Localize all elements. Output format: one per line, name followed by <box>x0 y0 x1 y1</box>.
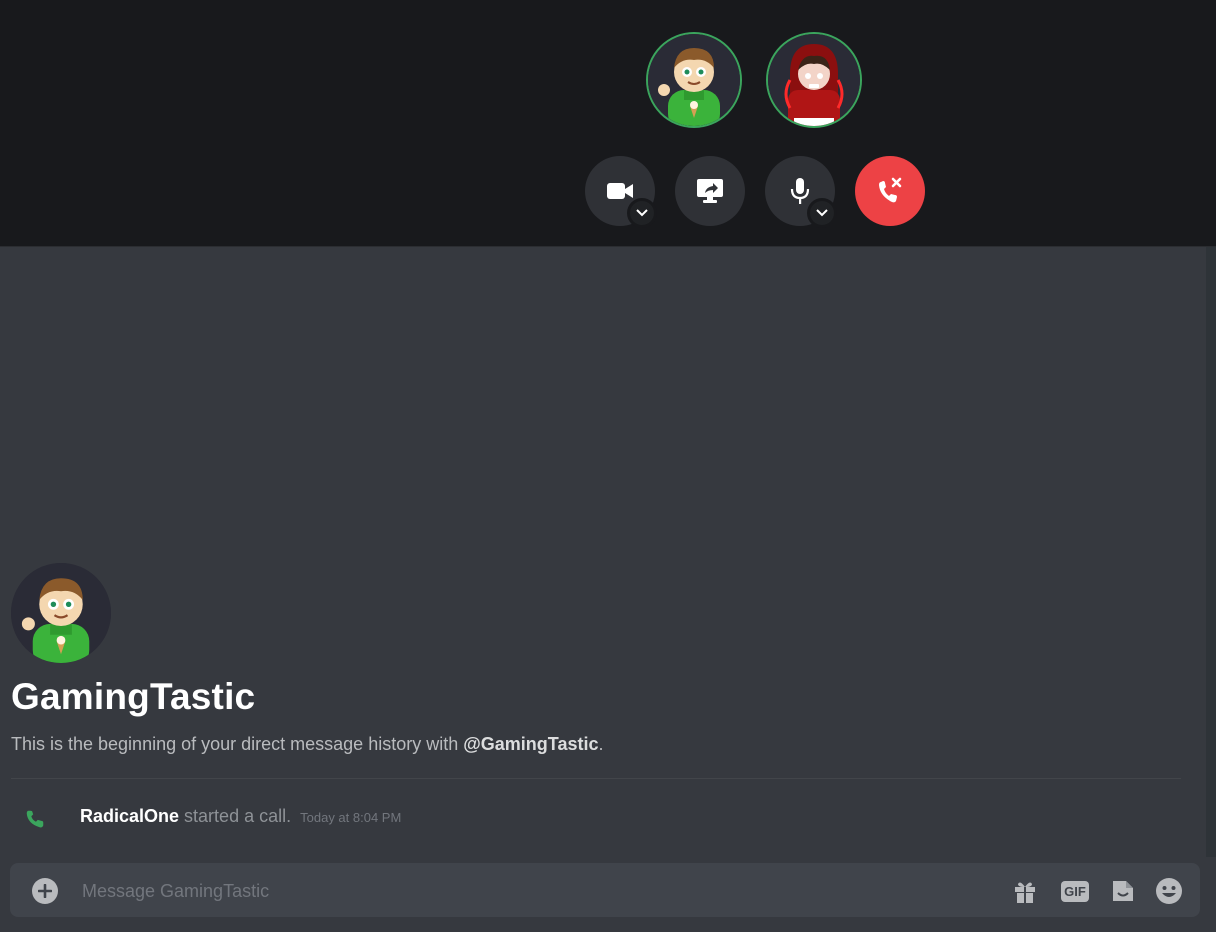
message-author[interactable]: RadicalOne <box>80 806 179 826</box>
participant-avatar-gamingtastic[interactable] <box>646 32 742 128</box>
video-camera-icon <box>607 183 633 199</box>
red-hoodie-avatar-image <box>768 34 860 126</box>
green-hoodie-avatar-image <box>648 34 740 126</box>
user-mention[interactable]: @GamingTastic <box>463 734 598 754</box>
call-started-message: RadicalOne started a call. Today at 8:04… <box>0 800 1200 834</box>
dm-intro-text: This is the beginning of your direct mes… <box>11 734 464 754</box>
message-list <box>0 247 1206 862</box>
gif-button[interactable]: GIF <box>1058 876 1092 906</box>
emoji-icon <box>1156 878 1182 904</box>
sticker-icon <box>1113 881 1133 901</box>
dm-intro-description: This is the beginning of your direct mes… <box>11 734 603 755</box>
dm-intro-title: GamingTastic <box>11 676 256 717</box>
sticker-button[interactable] <box>1108 876 1138 906</box>
message-scrollbar[interactable] <box>1206 247 1216 857</box>
gift-button[interactable] <box>1010 876 1040 906</box>
audio-options-dropdown[interactable] <box>807 198 837 228</box>
video-options-dropdown[interactable] <box>627 198 657 228</box>
plus-icon <box>38 884 52 898</box>
phone-icon <box>24 808 46 835</box>
hang-up-button[interactable] <box>855 156 925 226</box>
participant-avatar-radicalone[interactable] <box>766 32 862 128</box>
hang-up-icon <box>879 177 902 203</box>
dm-intro-text-end: . <box>598 734 604 754</box>
call-started-text: RadicalOne started a call. Today at 8:04… <box>80 806 401 827</box>
call-area <box>0 0 1216 247</box>
gift-icon <box>1015 882 1035 903</box>
upload-button[interactable] <box>32 878 58 904</box>
microphone-icon <box>790 178 810 204</box>
video-toggle-button[interactable] <box>585 156 657 228</box>
emoji-button[interactable] <box>1154 876 1184 906</box>
message-composer: GIF <box>10 863 1200 917</box>
mute-toggle-button[interactable] <box>765 156 837 228</box>
screen-share-icon <box>697 179 723 203</box>
message-timestamp[interactable]: Today at 8:04 PM <box>300 810 401 825</box>
call-started-label: started a call. <box>179 806 292 826</box>
message-input[interactable] <box>80 871 964 911</box>
dm-intro-avatar <box>11 563 111 663</box>
gif-icon: GIF <box>1061 880 1089 902</box>
green-hoodie-avatar-image <box>11 563 111 663</box>
chevron-down-icon <box>816 209 828 217</box>
message-divider <box>11 778 1181 779</box>
chevron-down-icon <box>636 209 648 217</box>
screen-share-button[interactable] <box>675 156 745 226</box>
